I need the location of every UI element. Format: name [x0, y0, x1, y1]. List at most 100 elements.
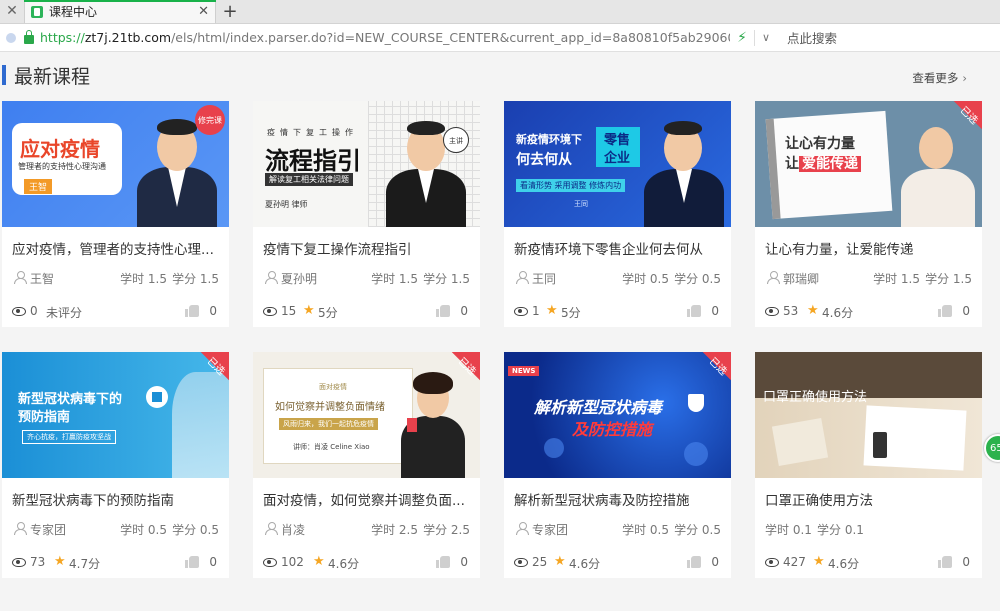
thumbs-up-icon[interactable] [436, 303, 450, 317]
star-icon: ★ [807, 303, 819, 318]
eye-icon [263, 307, 277, 316]
selected-badge: 已选 [442, 352, 480, 390]
eye-icon [514, 558, 528, 567]
like-count: 0 [460, 555, 468, 569]
section-accent-bar [2, 65, 6, 85]
user-icon [516, 522, 529, 535]
url-text[interactable]: https://zt7j.21tb.com/els/html/index.par… [40, 30, 730, 45]
thumbs-up-icon[interactable] [938, 303, 952, 317]
like-count: 0 [962, 555, 970, 569]
chevron-down-icon[interactable]: ∨ [759, 31, 773, 44]
thumbs-up-icon[interactable] [185, 303, 199, 317]
site-info-icon[interactable] [6, 32, 16, 43]
course-credits: 学分 1.5 [925, 272, 972, 286]
star-icon: ★ [813, 554, 825, 569]
course-thumbnail[interactable]: 让心有力量 让爱能传递 已选 [755, 101, 982, 227]
lecturer-name: 专家团 [30, 523, 67, 537]
course-thumbnail[interactable]: 应对疫情 管理者的支持性心理沟通 王智 修完课 [2, 101, 229, 227]
lecturer-name: 王同 [532, 272, 557, 286]
course-title[interactable]: 疫情下复工操作流程指引 [263, 238, 473, 258]
course-thumbnail[interactable]: 疫情下复工操作 流程指引 解读复工相关法律问题 夏孙明 律师 主讲 [253, 101, 480, 227]
lock-icon [24, 30, 34, 44]
selected-badge: 已选 [944, 101, 982, 139]
course-credits: 学分 1.5 [423, 272, 470, 286]
course-stats: 1 ★ 5分 0 [514, 303, 721, 320]
course-meta: 学时 0.1 学分 0.1 [765, 521, 972, 537]
rating: 4.6分 [569, 557, 601, 571]
course-thumbnail[interactable]: NEWS 解析新型冠状病毒 及防控措施 已选 [504, 352, 731, 478]
like-count: 0 [711, 555, 719, 569]
course-card[interactable]: 应对疫情 管理者的支持性心理沟通 王智 修完课 应对疫情，管理者的支持性心理..… [2, 101, 229, 327]
course-title[interactable]: 让心有力量，让爱能传递 [765, 238, 975, 258]
section-header: 最新课程 查看更多 › [0, 58, 1000, 88]
course-title[interactable]: 新疫情环境下零售企业何去何从 [514, 238, 724, 258]
rating: 4.6分 [328, 557, 360, 571]
like-count: 0 [711, 304, 719, 318]
tab-title: 课程中心 [49, 5, 98, 19]
course-meta: 郭瑞卿 学时 1.5 学分 1.5 [765, 270, 972, 286]
lecturer-name: 专家团 [532, 523, 569, 537]
course-title[interactable]: 解析新型冠状病毒及防控措施 [514, 489, 724, 509]
course-thumbnail[interactable]: 新疫情环境下 何去何从 零售 企业 看清形势 采用调整 修炼内功 王同 [504, 101, 731, 227]
course-stats: 427 ★ 4.6分 0 [765, 554, 972, 571]
user-icon [767, 271, 780, 284]
thumbs-up-icon[interactable] [687, 303, 701, 317]
like-count: 0 [460, 304, 468, 318]
course-stats: 102 ★ 4.6分 0 [263, 554, 470, 571]
star-icon: ★ [313, 554, 325, 569]
rating: 4.7分 [69, 557, 101, 571]
course-credits: 学分 1.5 [172, 272, 219, 286]
chevron-right-icon: › [962, 71, 967, 85]
view-count: 427 [783, 555, 806, 569]
user-icon [14, 522, 27, 535]
course-title[interactable]: 口罩正确使用方法 [765, 489, 975, 509]
thumbs-up-icon[interactable] [687, 554, 701, 568]
lecturer-photo [640, 113, 728, 227]
course-thumbnail[interactable]: 口罩正确使用方法 [755, 352, 982, 478]
new-tab-button[interactable]: + [216, 0, 244, 23]
close-icon[interactable]: ✕ [0, 0, 24, 23]
course-credits: 学分 0.5 [674, 272, 721, 286]
thumbs-up-icon[interactable] [185, 554, 199, 568]
star-icon: ★ [54, 554, 66, 569]
course-credits: 学分 0.5 [172, 523, 219, 537]
tab-favicon-icon [31, 5, 43, 18]
course-card[interactable]: 新疫情环境下 何去何从 零售 企业 看清形势 采用调整 修炼内功 王同 新疫情环… [504, 101, 731, 327]
browser-tab-bar: ✕ 课程中心 ✕ + [0, 0, 1000, 24]
course-card[interactable]: 疫情下复工操作 流程指引 解读复工相关法律问题 夏孙明 律师 主讲 疫情下复工操… [253, 101, 480, 327]
view-count: 25 [532, 555, 548, 569]
course-title[interactable]: 面对疫情，如何觉察并调整负面... [263, 489, 473, 509]
course-title[interactable]: 新型冠状病毒下的预防指南 [12, 489, 222, 509]
view-count: 15 [281, 304, 297, 318]
course-credits: 学分 0.5 [674, 523, 721, 537]
selected-badge: 已选 [693, 352, 731, 390]
floating-widget-button[interactable]: 65 [984, 434, 1000, 462]
course-card[interactable]: 新型冠状病毒下的 预防指南 齐心抗疫，打赢防疫攻坚战 已选 新型冠状病毒下的预防… [2, 352, 229, 578]
course-credits: 学分 2.5 [423, 523, 470, 537]
rating: 未评分 [46, 306, 83, 320]
view-count: 102 [281, 555, 304, 569]
course-card[interactable]: 让心有力量 让爱能传递 已选 让心有力量，让爱能传递 郭瑞卿 学时 1.5 学分… [755, 101, 982, 327]
course-hours: 学时 0.5 [622, 272, 669, 286]
browser-tab[interactable]: 课程中心 ✕ [24, 0, 216, 23]
course-stats: 53 ★ 4.6分 0 [765, 303, 972, 320]
search-link[interactable]: 点此搜索 [787, 28, 837, 47]
course-thumbnail[interactable]: 新型冠状病毒下的 预防指南 齐心抗疫，打赢防疫攻坚战 已选 [2, 352, 229, 478]
course-card[interactable]: 面对疫情 如何觉察并调整负面情绪 风雨归来，我们一起抗危疫情 讲师：肖凌 Cel… [253, 352, 480, 578]
course-thumbnail[interactable]: 面对疫情 如何觉察并调整负面情绪 风雨归来，我们一起抗危疫情 讲师：肖凌 Cel… [253, 352, 480, 478]
rating: 4.6分 [822, 306, 854, 320]
address-bar[interactable]: https://zt7j.21tb.com/els/html/index.par… [0, 24, 1000, 52]
star-icon: ★ [554, 554, 566, 569]
course-card[interactable]: NEWS 解析新型冠状病毒 及防控措施 已选 解析新型冠状病毒及防控措施 专家团… [504, 352, 731, 578]
course-card[interactable]: 口罩正确使用方法 口罩正确使用方法 学时 0.1 学分 0.1 427 ★ 4.… [755, 352, 982, 578]
lightning-icon[interactable]: ⚡ [734, 30, 750, 46]
course-title[interactable]: 应对疫情，管理者的支持性心理... [12, 238, 222, 258]
tab-close-icon[interactable]: ✕ [198, 4, 209, 19]
course-hours: 学时 0.5 [120, 523, 167, 537]
course-hours: 学时 1.5 [873, 272, 920, 286]
thumbs-up-icon[interactable] [436, 554, 450, 568]
rating: 5分 [561, 306, 581, 320]
view-more-link[interactable]: 查看更多 › [912, 70, 967, 86]
view-count: 0 [30, 304, 38, 318]
thumbs-up-icon[interactable] [938, 554, 952, 568]
